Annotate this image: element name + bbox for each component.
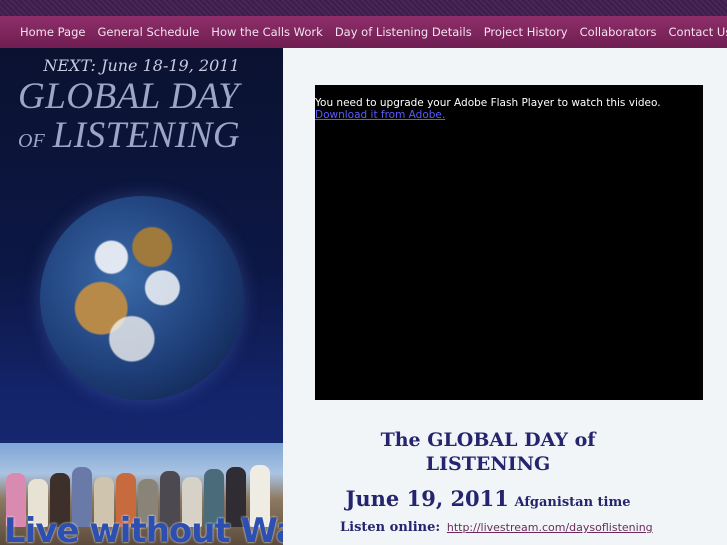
nav-day-of-listening-details[interactable]: Day of Listening Details <box>335 25 472 39</box>
earth-image <box>40 196 244 400</box>
listen-online-line: Listen online: http://livestream.com/day… <box>340 520 653 535</box>
video-player[interactable]: You need to upgrade your Adobe Flash Pla… <box>315 85 703 400</box>
banner-title-line1: GLOBAL DAY <box>18 76 240 117</box>
next-event-date: NEXT: June 18-19, 2011 <box>43 56 240 75</box>
flash-upgrade-message: You need to upgrade your Adobe Flash Pla… <box>315 97 661 109</box>
nav-how-calls-work[interactable]: How the Calls Work <box>211 25 323 39</box>
nav-collaborators[interactable]: Collaborators <box>580 25 657 39</box>
nav-contact-us[interactable]: Contact Us <box>669 25 727 39</box>
event-title: The GLOBAL DAY of LISTENING <box>380 429 596 475</box>
download-flash-link[interactable]: Download it from Adobe. <box>315 109 703 121</box>
banner-title-listening: LISTENING <box>52 115 241 156</box>
banner-title-of: OF <box>18 130 45 152</box>
livestream-link[interactable]: http://livestream.com/daysoflistening <box>447 521 653 534</box>
banner-title-line2: OF LISTENING <box>18 114 240 157</box>
group-photo: Live without Wars <box>0 443 283 545</box>
nav-home-page[interactable]: Home Page <box>20 25 85 39</box>
photo-caption: Live without Wars <box>4 511 283 545</box>
event-date: June 19, 2011 <box>345 486 509 511</box>
listen-online-label: Listen online: <box>340 520 441 535</box>
left-banner: NEXT: June 18-19, 2011 GLOBAL DAY OF LIST… <box>0 48 283 545</box>
nav-general-schedule[interactable]: General Schedule <box>97 25 199 39</box>
event-timezone: Afganistan time <box>514 495 631 510</box>
event-date-line: June 19, 2011 Afganistan time <box>340 486 636 511</box>
main-navigation: Home Page General Schedule How the Calls… <box>0 16 727 48</box>
top-decorative-strip <box>0 0 727 16</box>
nav-project-history[interactable]: Project History <box>484 25 568 39</box>
